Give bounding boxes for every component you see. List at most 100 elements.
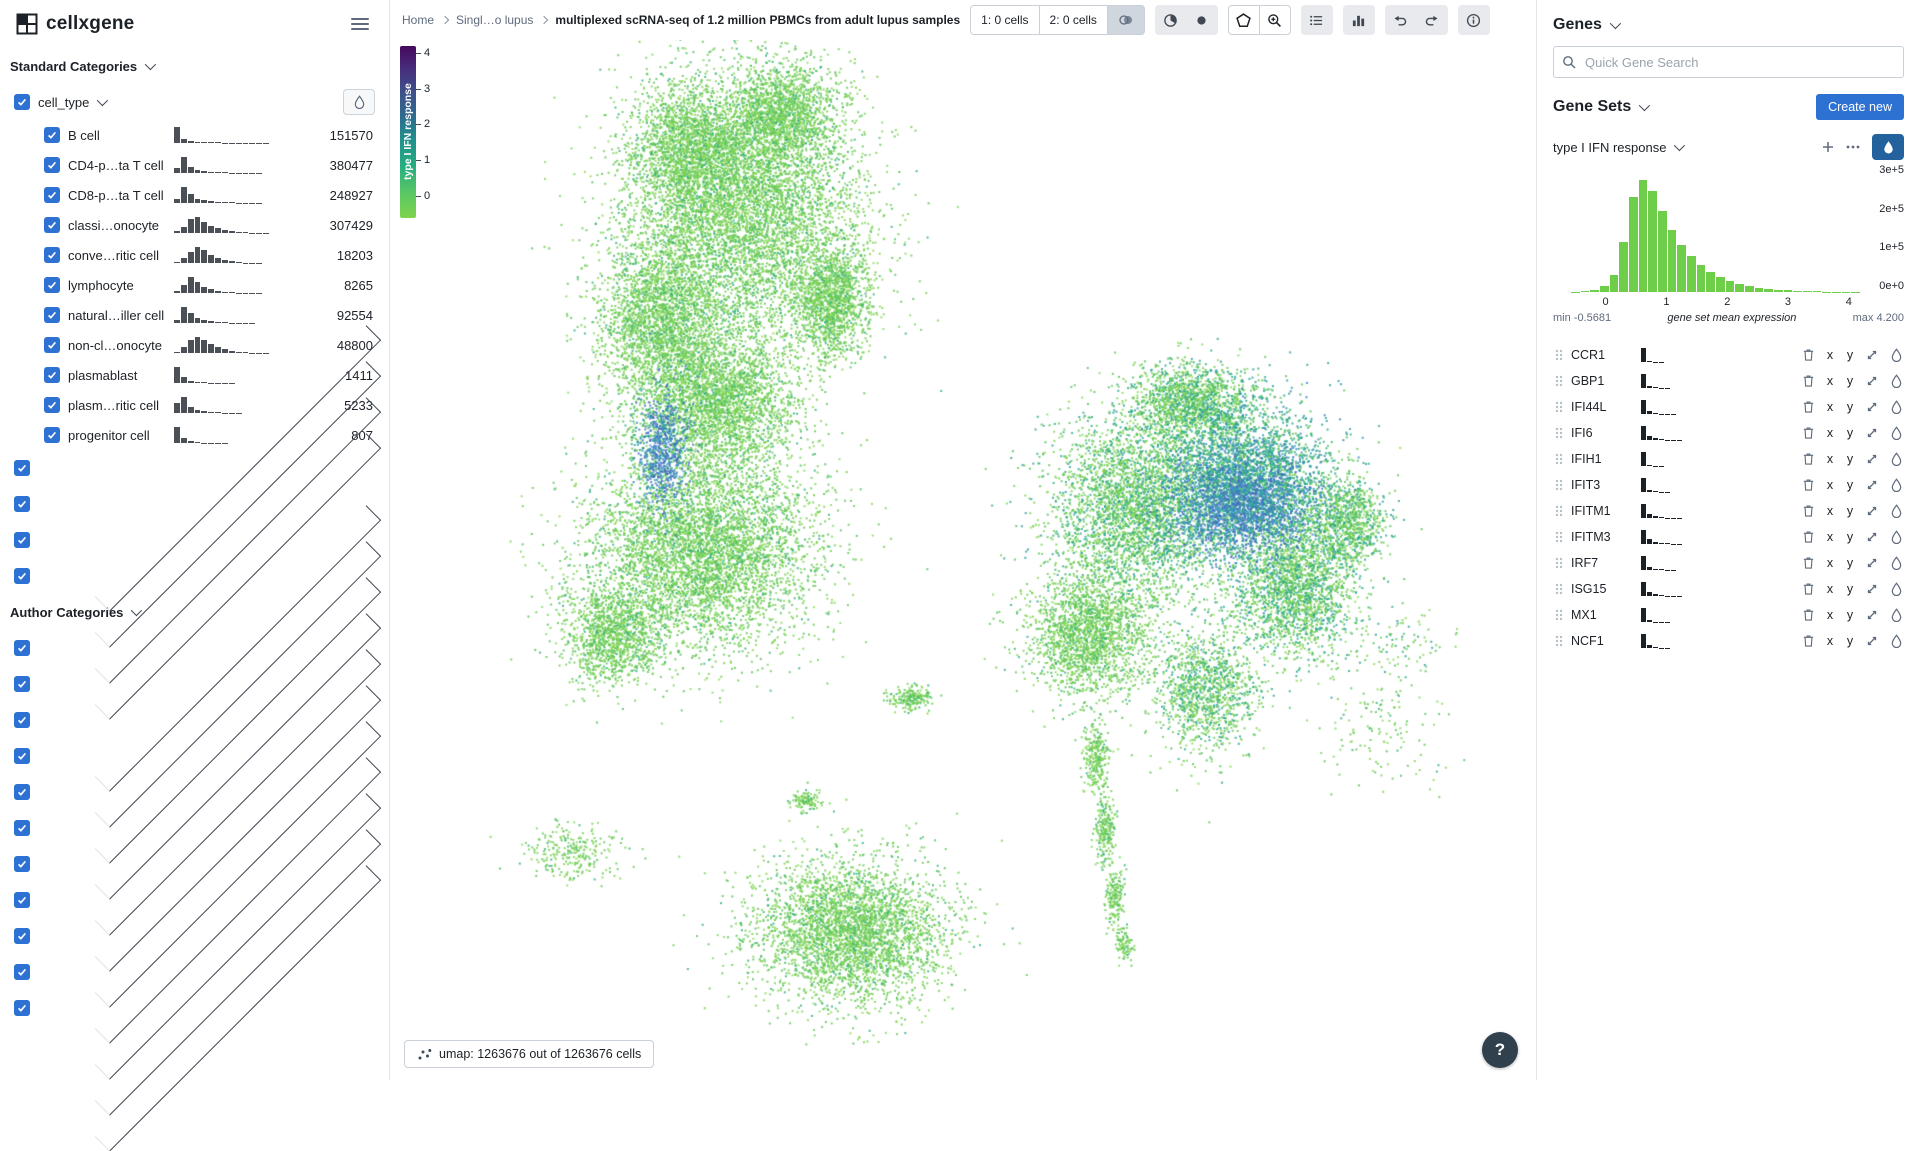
y-axis-button[interactable]: y — [1844, 374, 1856, 388]
colorby-gene-droplet-icon[interactable] — [1888, 582, 1904, 596]
breadcrumb-collection[interactable]: Singl…o lupus — [456, 13, 533, 27]
gene-expression-histogram[interactable] — [1641, 530, 1713, 544]
x-axis-button[interactable]: x — [1824, 374, 1836, 388]
breadcrumb-home[interactable]: Home — [402, 13, 434, 27]
help-button[interactable]: ? — [1482, 1032, 1518, 1068]
delete-gene-icon[interactable] — [1800, 348, 1816, 362]
gene-set-name[interactable]: type I IFN response — [1553, 140, 1666, 155]
x-axis-button[interactable]: x — [1824, 608, 1836, 622]
colorby-gene-droplet-icon[interactable] — [1888, 348, 1904, 362]
y-axis-button[interactable]: y — [1844, 348, 1856, 362]
gene-row[interactable]: IRF7 x y — [1553, 550, 1904, 576]
gene-name[interactable]: IFI44L — [1571, 400, 1633, 414]
gene-set-histogram[interactable]: 3e+5 2e+5 1e+5 0e+0 0 1 2 3 4 min -0.568… — [1553, 164, 1904, 332]
colorby-droplet-button[interactable] — [343, 89, 375, 115]
y-axis-button[interactable]: y — [1844, 400, 1856, 414]
category-checkbox[interactable] — [14, 892, 30, 908]
gene-name[interactable]: IFITM3 — [1571, 530, 1633, 544]
selection-1-button[interactable]: 1: 0 cells — [970, 5, 1039, 35]
y-axis-button[interactable]: y — [1844, 556, 1856, 570]
drag-handle-icon[interactable] — [1555, 530, 1563, 544]
undo-icon[interactable] — [1385, 5, 1417, 35]
gene-row[interactable]: IFITM1 x y — [1553, 498, 1904, 524]
delete-gene-icon[interactable] — [1800, 582, 1816, 596]
delete-gene-icon[interactable] — [1800, 452, 1816, 466]
gene-expression-histogram[interactable] — [1641, 634, 1713, 648]
x-axis-button[interactable]: x — [1824, 504, 1836, 518]
expand-gene-icon[interactable] — [1864, 635, 1880, 647]
x-axis-button[interactable]: x — [1824, 556, 1836, 570]
x-axis-button[interactable]: x — [1824, 400, 1836, 414]
x-axis-button[interactable]: x — [1824, 634, 1836, 648]
gene-row[interactable]: ISG15 x y — [1553, 576, 1904, 602]
x-axis-button[interactable]: x — [1824, 452, 1836, 466]
drag-handle-icon[interactable] — [1555, 374, 1563, 388]
colorby-gene-droplet-icon[interactable] — [1888, 504, 1904, 518]
colorby-gene-droplet-icon[interactable] — [1888, 400, 1904, 414]
category-value-row[interactable]: B cell 151570 — [0, 120, 389, 150]
y-axis-button[interactable]: y — [1844, 478, 1856, 492]
gene-expression-histogram[interactable] — [1641, 400, 1713, 414]
delete-gene-icon[interactable] — [1800, 608, 1816, 622]
gene-expression-histogram[interactable] — [1641, 348, 1713, 362]
expand-gene-icon[interactable] — [1864, 583, 1880, 595]
dot-icon[interactable] — [1186, 5, 1218, 35]
histogram-icon[interactable] — [1343, 5, 1375, 35]
value-checkbox[interactable] — [44, 337, 60, 353]
redo-icon[interactable] — [1416, 5, 1448, 35]
value-checkbox[interactable] — [44, 277, 60, 293]
zoom-tool-icon[interactable] — [1259, 5, 1291, 35]
gene-name[interactable]: NCF1 — [1571, 634, 1633, 648]
delete-gene-icon[interactable] — [1800, 400, 1816, 414]
chevron-down-icon[interactable] — [1674, 140, 1685, 151]
drag-handle-icon[interactable] — [1555, 582, 1563, 596]
category-value-row[interactable]: natural…iller cell 92554 — [0, 300, 389, 330]
gene-name[interactable]: GBP1 — [1571, 374, 1633, 388]
drag-handle-icon[interactable] — [1555, 452, 1563, 466]
gene-expression-histogram[interactable] — [1641, 374, 1713, 388]
delete-gene-icon[interactable] — [1800, 556, 1816, 570]
colorby-gene-droplet-icon[interactable] — [1888, 634, 1904, 648]
y-axis-button[interactable]: y — [1844, 426, 1856, 440]
value-checkbox[interactable] — [44, 397, 60, 413]
colorby-gene-droplet-icon[interactable] — [1888, 608, 1904, 622]
expand-gene-icon[interactable] — [1864, 401, 1880, 413]
colorby-gene-droplet-icon[interactable] — [1888, 556, 1904, 570]
y-axis-button[interactable]: y — [1844, 634, 1856, 648]
category-checkbox[interactable] — [14, 928, 30, 944]
colorby-gene-set-button[interactable] — [1872, 134, 1904, 160]
expand-gene-icon[interactable] — [1864, 479, 1880, 491]
gene-name[interactable]: CCR1 — [1571, 348, 1633, 362]
expand-gene-icon[interactable] — [1864, 375, 1880, 387]
gene-expression-histogram[interactable] — [1641, 608, 1713, 622]
expand-gene-icon[interactable] — [1864, 609, 1880, 621]
expand-gene-icon[interactable] — [1864, 505, 1880, 517]
cell-count-badge[interactable]: umap: 1263676 out of 1263676 cells — [404, 1040, 654, 1068]
value-checkbox[interactable] — [44, 127, 60, 143]
gene-row[interactable]: GBP1 x y — [1553, 368, 1904, 394]
colorby-gene-droplet-icon[interactable] — [1888, 452, 1904, 466]
gene-row[interactable]: IFIH1 x y — [1553, 446, 1904, 472]
delete-gene-icon[interactable] — [1800, 634, 1816, 648]
delete-gene-icon[interactable] — [1800, 478, 1816, 492]
expand-gene-icon[interactable] — [1864, 453, 1880, 465]
category-checkbox[interactable] — [14, 640, 30, 656]
value-checkbox[interactable] — [44, 367, 60, 383]
category-checkbox[interactable] — [14, 964, 30, 980]
selection-2-button[interactable]: 2: 0 cells — [1039, 5, 1108, 35]
gene-name[interactable]: IFITM1 — [1571, 504, 1633, 518]
category-checkbox[interactable] — [14, 784, 30, 800]
create-gene-set-button[interactable]: Create new — [1816, 94, 1904, 120]
gene-name[interactable]: IFIT3 — [1571, 478, 1633, 492]
drag-handle-icon[interactable] — [1555, 426, 1563, 440]
gene-row[interactable]: NCF1 x y — [1553, 628, 1904, 654]
gene-row[interactable]: IFIT3 x y — [1553, 472, 1904, 498]
cell-type-category-row[interactable]: cell_type — [0, 84, 389, 120]
category-value-row[interactable]: CD4-p…ta T cell 380477 — [0, 150, 389, 180]
gene-expression-histogram[interactable] — [1641, 452, 1713, 466]
add-gene-icon[interactable] — [1822, 141, 1834, 153]
chevron-down-icon[interactable] — [1610, 18, 1621, 29]
category-value-row[interactable]: conve…ritic cell 18203 — [0, 240, 389, 270]
colorby-gene-droplet-icon[interactable] — [1888, 478, 1904, 492]
category-checkbox[interactable] — [14, 1000, 30, 1016]
